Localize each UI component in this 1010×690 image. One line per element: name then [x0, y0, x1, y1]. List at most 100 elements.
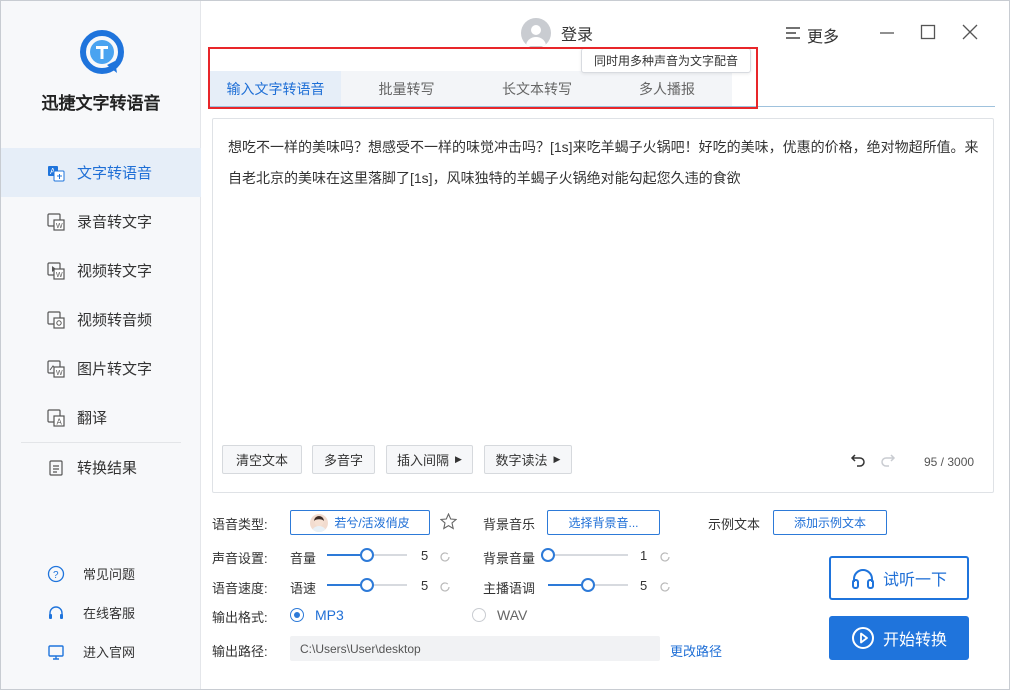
bg-volume-value: 1 — [640, 548, 648, 563]
tab-multi-voice[interactable]: 多人播报 — [602, 71, 732, 107]
volume-label: 音量 — [290, 551, 317, 566]
insert-pause-label: 插入间隔 — [397, 453, 450, 468]
pitch-reset-button[interactable] — [659, 580, 671, 592]
play-arrow-icon: ▶ — [553, 454, 561, 464]
online-service-label: 在线客服 — [83, 606, 136, 621]
number-reading-button[interactable]: 数字读法 ▶ — [484, 445, 572, 474]
bg-volume-label: 背景音量 — [483, 551, 536, 566]
volume-reset-button[interactable] — [439, 550, 451, 562]
sidebar-item-label: 转换结果 — [77, 460, 138, 477]
editor-text[interactable]: 想吃不一样的美味吗？想感受不一样的味觉冲击吗？[1s]来吃羊蝎子火锅吧！好吃的美… — [228, 132, 983, 194]
mp3-label[interactable]: MP3 — [315, 607, 344, 623]
results-icon — [47, 459, 65, 477]
recording-to-text-icon: W — [47, 212, 65, 231]
output-path-label: 输出路径: — [212, 644, 268, 659]
image-to-text-icon: W — [47, 359, 65, 378]
close-icon — [962, 24, 978, 40]
sidebar-item-video-to-text[interactable]: W 视频转文字 — [1, 246, 201, 295]
speed-label: 语速 — [290, 581, 317, 596]
login-label: 登录 — [561, 27, 594, 44]
minimize-button[interactable] — [877, 22, 897, 42]
polyphone-button[interactable]: 多音字 — [312, 445, 375, 474]
online-service-link[interactable]: 在线客服 — [1, 593, 201, 632]
text-editor[interactable]: 想吃不一样的美味吗？想感受不一样的味觉冲击吗？[1s]来吃羊蝎子火锅吧！好吃的美… — [212, 118, 994, 493]
more-menu-button[interactable]: 更多 — [785, 23, 839, 47]
favorite-star-button[interactable] — [439, 512, 458, 533]
sidebar-item-image-to-text[interactable]: W 图片转文字 — [1, 344, 201, 393]
video-to-text-icon: W — [47, 261, 65, 280]
sidebar-item-video-to-audio[interactable]: 视频转音频 — [1, 295, 201, 344]
bg-music-label: 背景音乐 — [483, 517, 536, 532]
speed-reset-button[interactable] — [439, 580, 451, 592]
sidebar-item-label: 文字转语音 — [77, 165, 153, 182]
mp3-radio[interactable] — [290, 608, 304, 622]
voice-name: 若兮/活泼俏皮 — [334, 516, 410, 530]
output-path-field[interactable]: C:\Users\User\desktop — [290, 636, 660, 661]
volume-value: 5 — [421, 548, 429, 563]
sidebar-item-results[interactable]: 转换结果 — [1, 443, 201, 492]
sidebar-item-recording-to-text[interactable]: W 录音转文字 — [1, 197, 201, 246]
clear-text-button[interactable]: 清空文本 — [222, 445, 302, 474]
official-site-link[interactable]: 进入官网 — [1, 632, 201, 671]
play-arrow-icon: ▶ — [455, 454, 462, 464]
mode-tabs: 输入文字转语音 批量转写 长文本转写 多人播报 — [210, 71, 732, 107]
menu-icon — [785, 26, 801, 45]
listen-label: 试听一下 — [882, 572, 947, 589]
undo-icon — [850, 454, 865, 467]
official-site-label: 进入官网 — [83, 645, 136, 660]
pitch-slider[interactable] — [548, 578, 628, 592]
bg-volume-slider[interactable] — [541, 548, 628, 562]
voice-select-button[interactable]: 若兮/活泼俏皮 — [290, 510, 430, 535]
faq-label: 常见问题 — [83, 567, 136, 582]
faq-link[interactable]: ? 常见问题 — [1, 554, 201, 593]
redo-icon — [881, 454, 896, 467]
speed-row-label: 语音速度: — [212, 581, 268, 596]
play-circle-icon — [851, 626, 875, 650]
bg-volume-reset-button[interactable] — [659, 550, 671, 562]
char-counter: 95 / 3000 — [924, 455, 975, 469]
tab-long-text[interactable]: 长文本转写 — [472, 71, 602, 107]
sidebar-nav: A 文字转语音 W 录音转文字 W 视频转文字 视频转音频 W 图片转文字 A … — [1, 148, 201, 492]
login-button[interactable]: 登录 — [521, 18, 593, 48]
reset-icon — [440, 552, 450, 562]
tab-batch-transcribe[interactable]: 批量转写 — [341, 71, 472, 107]
translate-icon: A — [47, 408, 65, 427]
sidebar: 迅捷文字转语音 A 文字转语音 W 录音转文字 W 视频转文字 视频转音频 W … — [1, 1, 201, 689]
question-icon: ? — [47, 565, 65, 583]
sidebar-item-text-to-speech[interactable]: A 文字转语音 — [1, 148, 201, 197]
more-label: 更多 — [807, 29, 840, 46]
start-label: 开始转换 — [882, 632, 947, 649]
redo-button[interactable] — [880, 453, 896, 470]
sidebar-item-translate[interactable]: A 翻译 — [1, 393, 201, 442]
wav-label[interactable]: WAV — [497, 607, 527, 623]
select-bg-music-button[interactable]: 选择背景音... — [547, 510, 660, 535]
maximize-button[interactable] — [918, 22, 938, 42]
undo-button[interactable] — [850, 453, 866, 470]
app-title: 迅捷文字转语音 — [41, 94, 161, 113]
speed-value: 5 — [421, 578, 429, 593]
headset-icon — [47, 604, 65, 622]
sidebar-item-label: 视频转文字 — [77, 263, 153, 280]
app-logo-icon — [79, 29, 125, 75]
tab-input-text-to-speech[interactable]: 输入文字转语音 — [210, 71, 341, 107]
wav-radio[interactable] — [472, 608, 486, 622]
add-sample-text-button[interactable]: 添加示例文本 — [773, 510, 887, 535]
speed-slider[interactable] — [327, 578, 407, 592]
sidebar-item-label: 视频转音频 — [77, 312, 153, 329]
close-button[interactable] — [960, 22, 980, 42]
reset-icon — [660, 552, 670, 562]
start-convert-button[interactable]: 开始转换 — [829, 616, 969, 660]
sidebar-item-label: 图片转文字 — [77, 361, 153, 378]
change-path-link[interactable]: 更改路径 — [670, 641, 722, 660]
reset-icon — [660, 582, 670, 592]
pitch-label: 主播语调 — [483, 581, 536, 596]
sound-settings-label: 声音设置: — [212, 551, 268, 566]
sidebar-item-label: 翻译 — [77, 410, 108, 427]
minimize-icon — [880, 32, 894, 34]
star-icon — [439, 512, 458, 530]
maximize-icon — [920, 24, 936, 40]
volume-slider[interactable] — [327, 548, 407, 562]
insert-pause-button[interactable]: 插入间隔 ▶ — [386, 445, 473, 474]
listen-button[interactable]: 试听一下 — [829, 556, 969, 600]
sample-text-label: 示例文本 — [708, 517, 761, 532]
